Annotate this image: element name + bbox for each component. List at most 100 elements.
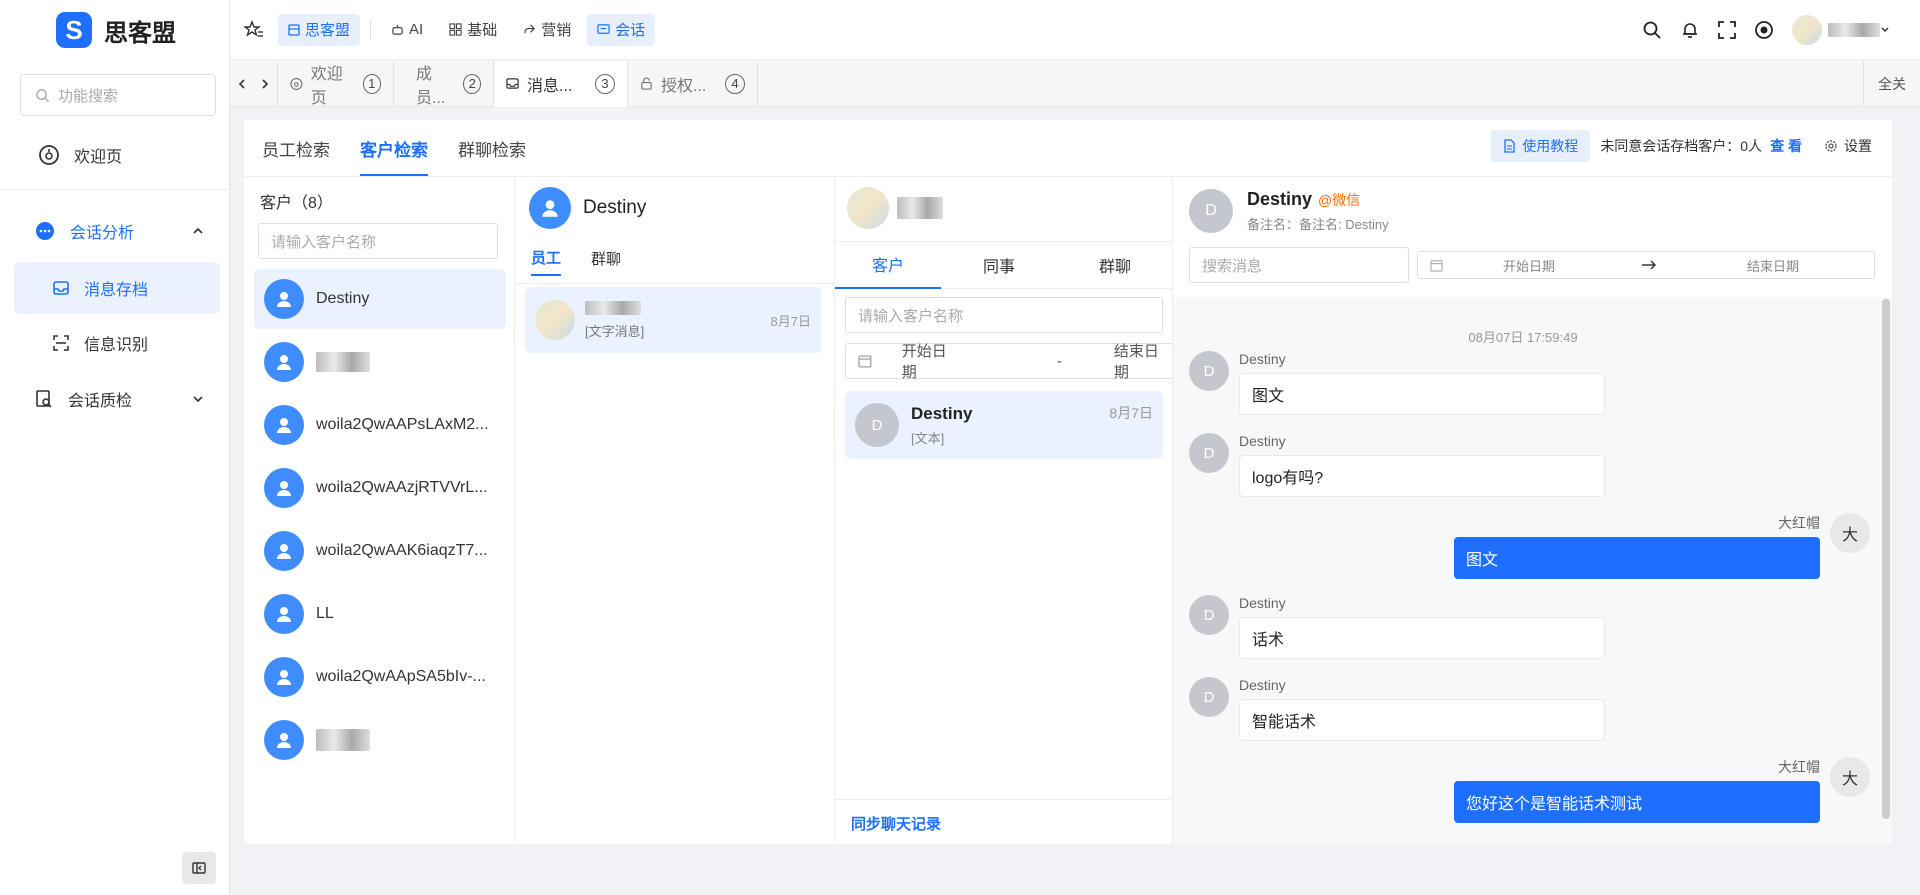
topnav-conversation-label: 会话 bbox=[615, 22, 646, 39]
logo-mark: S bbox=[56, 12, 92, 48]
theme-icon[interactable] bbox=[1754, 20, 1774, 40]
document-icon bbox=[1504, 139, 1515, 153]
contact-item[interactable]: D Destiny [文本] 8月7日 bbox=[845, 391, 1163, 459]
customer-item[interactable]: Destiny bbox=[254, 269, 506, 329]
page-tab-authorization[interactable]: 授权... 4 bbox=[628, 60, 758, 107]
staff-chat-item[interactable]: [文字消息] 8月7日 bbox=[525, 287, 821, 353]
customer-item[interactable]: woila2QwAAPsLAxM2... bbox=[254, 395, 506, 455]
app-logo[interactable]: S 思客盟 bbox=[56, 12, 176, 48]
menu-conversation-analysis[interactable]: 会话分析 bbox=[34, 208, 204, 254]
menu-welcome[interactable]: 欢迎页 bbox=[38, 132, 122, 178]
search-icon[interactable] bbox=[1642, 20, 1662, 40]
bell-icon[interactable] bbox=[1680, 20, 1700, 40]
chat-start-date: 开始日期 bbox=[1503, 258, 1556, 274]
page-tab-members[interactable]: 成员... 2 bbox=[394, 60, 494, 107]
topnav-sikemeng[interactable]: 思客盟 bbox=[278, 13, 361, 46]
contact-column: 客户 同事 群聊 请输入客户名称 开始日期 - 结束日期 D Destiny [… bbox=[835, 176, 1173, 844]
calendar-icon bbox=[858, 355, 872, 368]
lock-icon bbox=[641, 77, 652, 90]
customer-item[interactable]: woila2QwAAzjRTVVrL... bbox=[254, 458, 506, 518]
date-range-picker[interactable]: 开始日期 - 结束日期 bbox=[845, 343, 1173, 381]
staff-header bbox=[847, 187, 943, 229]
topnav-ai[interactable]: AI bbox=[381, 14, 433, 46]
tab-groupchat[interactable]: 群聊 bbox=[591, 248, 621, 275]
tab-scroll-controls bbox=[230, 60, 278, 107]
tab-employee-search[interactable]: 员工检索 bbox=[262, 120, 330, 176]
customer-detail-column: Destiny 员工 群聊 [文字消息] 8月7日 bbox=[515, 176, 835, 844]
user-icon bbox=[264, 531, 304, 571]
col3-tabs: 客户 同事 群聊 bbox=[835, 241, 1173, 289]
page-tab-label: 欢迎页 bbox=[310, 65, 343, 107]
star-list-icon[interactable] bbox=[244, 19, 264, 40]
staff-chat-date: 8月7日 bbox=[770, 313, 811, 329]
chevron-down-icon bbox=[193, 396, 203, 403]
topnav-marketing[interactable]: 营销 bbox=[513, 14, 581, 46]
tutorial-button[interactable]: 使用教程 bbox=[1491, 130, 1591, 162]
tab-colleague[interactable]: 同事 bbox=[941, 241, 1057, 289]
customer-name: woila2QwAAK6iaqzT7... bbox=[316, 542, 488, 559]
chat-panel: D Destiny @微信 备注名：备注名: Destiny 搜索消息 开始日期 … bbox=[1173, 176, 1892, 845]
message-search-input[interactable]: 搜索消息 bbox=[1189, 247, 1409, 283]
share-icon bbox=[524, 24, 536, 34]
calendar-icon bbox=[1430, 259, 1443, 272]
customer-item[interactable]: LL bbox=[254, 584, 506, 644]
topnav-basic[interactable]: 基础 bbox=[439, 14, 507, 46]
user-menu[interactable] bbox=[1792, 14, 1890, 45]
page-tabs-bar: 欢迎页 1 成员... 2 消息... 3 授权... 4 全关 bbox=[230, 60, 1920, 107]
message-received: D Destiny logo有吗? bbox=[1189, 433, 1605, 497]
tab-group-search[interactable]: 群聊检索 bbox=[458, 120, 526, 176]
tab-customer-search[interactable]: 客户检索 bbox=[360, 120, 428, 176]
user-icon bbox=[264, 342, 304, 382]
view-link[interactable]: 查 看 bbox=[1770, 136, 1802, 156]
customer-item[interactable] bbox=[254, 332, 506, 392]
user-avatar bbox=[1792, 14, 1822, 45]
chat-date-range-picker[interactable]: 开始日期 结束日期 bbox=[1417, 251, 1875, 279]
settings-button[interactable]: 设置 bbox=[1824, 136, 1872, 156]
dashboard-icon bbox=[290, 77, 303, 90]
chat-contact-avatar: D bbox=[1189, 189, 1233, 233]
chevron-up-icon bbox=[193, 227, 203, 234]
customer-item[interactable] bbox=[254, 710, 506, 770]
scan-icon bbox=[53, 335, 69, 351]
chat-scrollbar[interactable] bbox=[1882, 299, 1890, 819]
function-search-placeholder: 功能搜索 bbox=[58, 87, 119, 105]
menu-quality-check[interactable]: 会话质检 bbox=[34, 376, 204, 422]
menu-info-recognition[interactable]: 信息识别 bbox=[52, 320, 148, 366]
user-icon bbox=[264, 594, 304, 634]
tab-customer[interactable]: 客户 bbox=[835, 241, 941, 289]
customer-name-filter-input[interactable]: 请输入客户名称 bbox=[845, 297, 1163, 333]
contact-date: 8月7日 bbox=[1109, 405, 1153, 421]
chevron-left-icon[interactable] bbox=[236, 78, 248, 90]
chat-header: D Destiny @微信 备注名：备注名: Destiny bbox=[1189, 189, 1389, 233]
chat-remark: 备注名：备注名: Destiny bbox=[1247, 217, 1389, 232]
menu-analysis-label: 会话分析 bbox=[70, 225, 135, 242]
collapse-icon bbox=[192, 862, 206, 874]
customer-item[interactable]: woila2QwAApSA5bIv-... bbox=[254, 647, 506, 707]
customer-item[interactable]: woila2QwAAK6iaqzT7... bbox=[254, 521, 506, 581]
close-all-tabs-button[interactable]: 全关 bbox=[1863, 60, 1920, 107]
chat-end-date: 结束日期 bbox=[1747, 258, 1800, 274]
chevron-right-icon[interactable] bbox=[259, 78, 271, 90]
topnav-basic-label: 基础 bbox=[467, 22, 498, 39]
menu-message-archive[interactable]: 消息存档 bbox=[14, 262, 220, 314]
message-sent: 大红帽 图文 大 bbox=[1454, 513, 1870, 579]
message-icon bbox=[597, 24, 610, 34]
topnav-conversation[interactable]: 会话 bbox=[587, 13, 656, 46]
collapse-sidebar-button[interactable] bbox=[182, 852, 216, 884]
arrow-right-icon bbox=[1642, 260, 1657, 270]
tab-staff[interactable]: 员工 bbox=[531, 247, 562, 276]
customer-name-filter-placeholder: 请输入客户名称 bbox=[858, 307, 964, 325]
tab-group[interactable]: 群聊 bbox=[1057, 241, 1173, 289]
function-search-input[interactable]: 功能搜索 bbox=[20, 74, 216, 116]
fullscreen-icon[interactable] bbox=[1718, 20, 1736, 39]
sync-chat-link[interactable]: 同步聊天记录 bbox=[851, 813, 941, 834]
close-all-label: 全关 bbox=[1878, 75, 1906, 92]
customer-list: Destiny woila2QwAAPsLAxM2... woila2QwAAz… bbox=[254, 269, 506, 773]
page-tab-welcome[interactable]: 欢迎页 1 bbox=[278, 60, 394, 107]
page-tab-messages[interactable]: 消息... 3 bbox=[494, 60, 628, 107]
robot-icon bbox=[392, 24, 403, 35]
message-sender: Destiny bbox=[1239, 351, 1286, 367]
message-area: 08月07日 17:59:49 D Destiny 图文 D Destiny log… bbox=[1173, 297, 1892, 845]
customer-name-input[interactable]: 请输入客户名称 bbox=[258, 223, 498, 259]
message-bubble: 您好这个是智能话术测试 bbox=[1454, 781, 1820, 823]
